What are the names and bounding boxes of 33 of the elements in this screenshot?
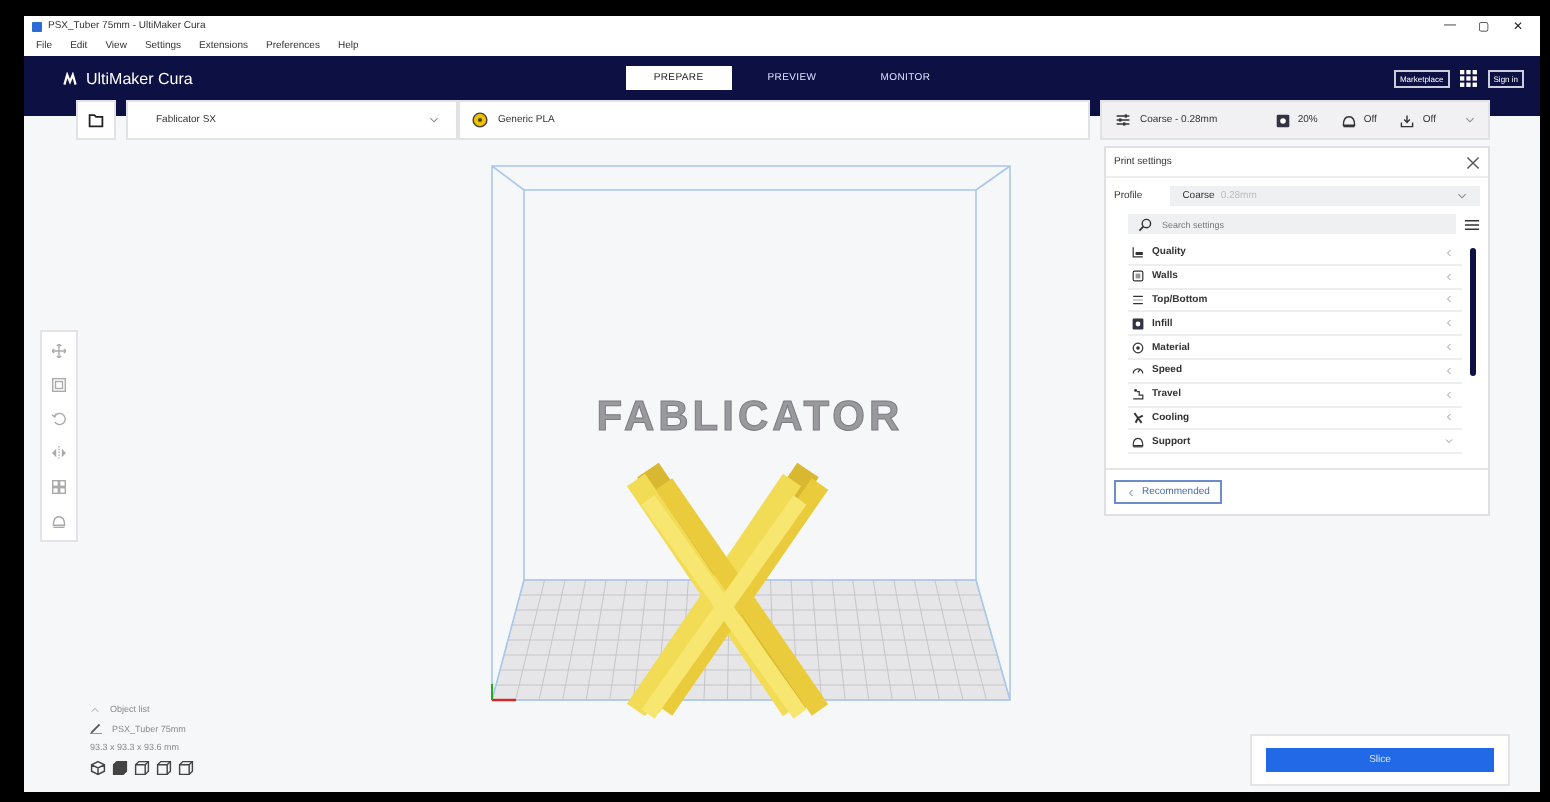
3d-view-icon[interactable] bbox=[90, 760, 106, 776]
top-view-icon[interactable] bbox=[134, 760, 150, 776]
pencil-icon[interactable] bbox=[90, 722, 102, 734]
logo-icon bbox=[60, 71, 80, 85]
folder-icon bbox=[86, 112, 106, 128]
open-file-button[interactable] bbox=[76, 100, 116, 140]
gauge-icon bbox=[1132, 364, 1144, 377]
support-icon bbox=[1341, 113, 1356, 127]
chevron-down-icon bbox=[1456, 190, 1468, 202]
steps-icon bbox=[1132, 388, 1144, 401]
circle-icon bbox=[1132, 341, 1144, 354]
brand-text: FABLICATOR bbox=[596, 394, 904, 440]
bars-icon bbox=[1132, 246, 1144, 259]
lines-icon bbox=[1132, 293, 1144, 306]
square-icon bbox=[1132, 270, 1144, 283]
infill-icon bbox=[1132, 317, 1144, 330]
apps-grid-icon[interactable] bbox=[1459, 69, 1478, 87]
left-view-icon[interactable] bbox=[156, 760, 172, 776]
chevron-down-icon bbox=[428, 114, 440, 126]
chevron-left-icon bbox=[1126, 487, 1136, 497]
right-view-icon[interactable] bbox=[178, 760, 194, 776]
menu-icon[interactable] bbox=[1464, 217, 1480, 231]
app-logo: UltiMaker Cura bbox=[86, 69, 193, 87]
scrollbar-thumb[interactable] bbox=[1470, 248, 1476, 376]
infill-icon bbox=[1275, 113, 1290, 127]
front-view-icon[interactable] bbox=[112, 760, 128, 776]
close-icon[interactable] bbox=[1466, 155, 1480, 169]
app-icon bbox=[32, 21, 42, 31]
chevron-down-icon bbox=[1464, 114, 1476, 126]
adhesion-icon bbox=[1400, 113, 1415, 127]
dome-icon bbox=[1132, 435, 1144, 448]
sliders-icon bbox=[1114, 112, 1132, 128]
spool-icon bbox=[472, 112, 488, 128]
